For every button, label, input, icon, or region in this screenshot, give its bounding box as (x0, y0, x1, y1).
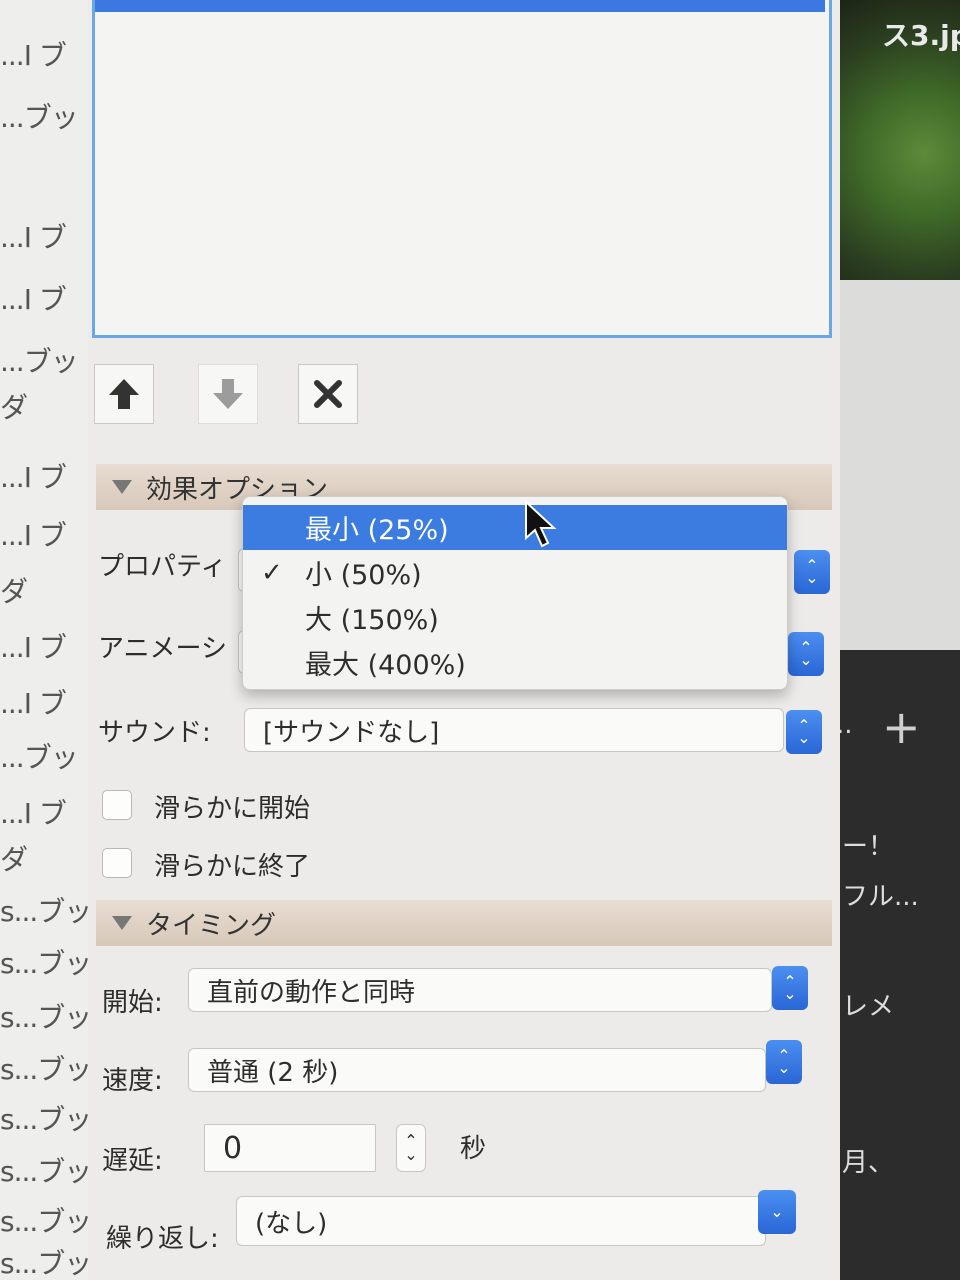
animation-list[interactable] (92, 0, 832, 338)
animation-list-selected-row[interactable] (95, 0, 825, 12)
start-select[interactable]: 直前の動作と同時 (188, 968, 772, 1012)
slide-list-item[interactable]: ...I ブ (0, 682, 67, 722)
timing-title: タイミング (146, 910, 277, 941)
slide-list-item[interactable]: ...I ブ (0, 626, 67, 666)
slide-list-item[interactable]: ...I ブ (0, 34, 67, 74)
menu-item-label: 最小 (25%) (305, 515, 449, 546)
menu-item[interactable]: 最大 (400%) (243, 640, 787, 685)
slide-list-item[interactable]: ダ (0, 838, 28, 878)
arrow-up-icon (109, 379, 139, 409)
move-up-button[interactable] (94, 364, 154, 424)
slide-list-item[interactable]: s...ブッ (0, 1098, 88, 1138)
slide-list-item[interactable]: ダ (0, 570, 28, 610)
slide-list-item[interactable]: ...I ブ (0, 514, 67, 554)
sound-select[interactable]: [サウンドなし] (244, 708, 784, 752)
slide-text-1: ー！ (842, 832, 895, 862)
slide-list: ...I ブ ...ブッ ...I ブ ...I ブ ...ブッダ ...I ブ ...I … (0, 0, 89, 1280)
repeat-label: 繰り返し: (106, 1224, 219, 1254)
slide-list-item[interactable]: s...ブッ (0, 1200, 88, 1240)
slide-text-2: フル... (842, 882, 919, 912)
smooth-end-checkbox[interactable] (102, 848, 132, 878)
chevron-down-icon: ⌄ (770, 1202, 784, 1221)
chevron-down-icon: ⌄ (805, 568, 819, 587)
menu-item[interactable]: ✓ 小 (50%) (243, 550, 787, 595)
slide-text-4: 月、 (842, 1148, 895, 1178)
sound-label: サウンド: (98, 718, 211, 748)
move-down-button[interactable] (198, 364, 258, 424)
slide-list-item[interactable]: ...ブッ (0, 736, 79, 776)
chevron-down-icon: ⌄ (404, 1145, 418, 1164)
menu-item-label: 大 (150%) (305, 605, 439, 636)
start-stepper[interactable]: ⌃ ⌄ (772, 966, 808, 1010)
chevron-down-icon: ⌄ (799, 650, 813, 669)
slide-light-area (840, 280, 960, 650)
slide-list-item[interactable]: s...ブッ (0, 1048, 88, 1088)
repeat-select[interactable]: (なし) (236, 1196, 766, 1246)
slide-list-item[interactable]: ...I ブ (0, 792, 67, 832)
animation-label: アニメーシ (98, 634, 227, 664)
repeat-dropdown-button[interactable]: ⌄ (758, 1190, 796, 1234)
speed-value: 普通 (2 秒) (207, 1057, 339, 1088)
sound-stepper[interactable]: ⌃ ⌄ (786, 710, 822, 754)
property-stepper[interactable]: ⌃ ⌄ (794, 550, 830, 594)
chevron-down-icon: ⌄ (797, 728, 811, 747)
mouse-cursor-icon (525, 500, 557, 548)
speed-label: 速度: (102, 1066, 163, 1096)
menu-item-label: 小 (50%) (305, 560, 422, 591)
menu-item[interactable]: 最小 (25%) (243, 505, 787, 550)
disclosure-triangle-icon (112, 480, 132, 494)
property-label: プロパティ (98, 552, 227, 582)
slide-list-item[interactable]: s...ブッ (0, 1150, 88, 1190)
chevron-down-icon: ⌄ (783, 984, 797, 1003)
slide-list-item[interactable]: s...ブッ (0, 942, 88, 982)
timing-header[interactable]: タイミング (96, 900, 832, 946)
slide-list-item[interactable]: s...ブッ (0, 996, 88, 1036)
add-icon[interactable]: + (882, 700, 921, 754)
close-icon (314, 380, 342, 408)
smooth-start-checkbox[interactable] (102, 790, 132, 820)
slide-list-item[interactable]: ...I ブ (0, 278, 67, 318)
smooth-end-label: 滑らかに終了 (154, 852, 311, 882)
delay-input[interactable]: 0 (204, 1124, 376, 1172)
speed-select[interactable]: 普通 (2 秒) (188, 1048, 766, 1092)
slide-list-item[interactable]: ...I ブ (0, 456, 67, 496)
start-label: 開始: (102, 988, 163, 1018)
slide-list-item[interactable]: ...I ブ (0, 216, 67, 256)
menu-item-label: 最大 (400%) (305, 650, 466, 681)
checkmark-icon: ✓ (261, 557, 283, 588)
photo-caption: ス3.jp (882, 19, 960, 52)
slide-list-item[interactable]: ...ブッ (0, 96, 79, 136)
chevron-down-icon: ⌄ (777, 1058, 791, 1077)
disclosure-triangle-icon (112, 916, 132, 930)
delay-label: 遅延: (102, 1146, 163, 1176)
delay-unit: 秒 (460, 1134, 487, 1164)
slide-text-3: レメ (842, 992, 895, 1022)
slide-list-item[interactable]: ダ (0, 386, 28, 426)
animation-stepper[interactable]: ⌃ ⌄ (788, 632, 824, 676)
slide-list-item[interactable]: s...ブッ (0, 1242, 88, 1280)
arrow-down-icon (213, 379, 243, 409)
slide-list-item[interactable]: s...ブッ (0, 890, 88, 930)
scale-dropdown-menu: 最小 (25%) ✓ 小 (50%) 大 (150%) 最大 (400%) (242, 496, 788, 690)
delay-stepper[interactable]: ⌃ ⌄ (396, 1124, 426, 1172)
menu-item[interactable]: 大 (150%) (243, 595, 787, 640)
smooth-start-label: 滑らかに開始 (154, 794, 311, 824)
delete-button[interactable] (298, 364, 358, 424)
start-value: 直前の動作と同時 (207, 977, 416, 1008)
delay-value: 0 (223, 1130, 243, 1166)
repeat-value: (なし) (255, 1208, 328, 1239)
sound-value: [サウンドなし] (263, 717, 440, 748)
speed-stepper[interactable]: ⌃ ⌄ (766, 1040, 802, 1084)
slide-list-item[interactable]: ...ブッ (0, 340, 79, 380)
